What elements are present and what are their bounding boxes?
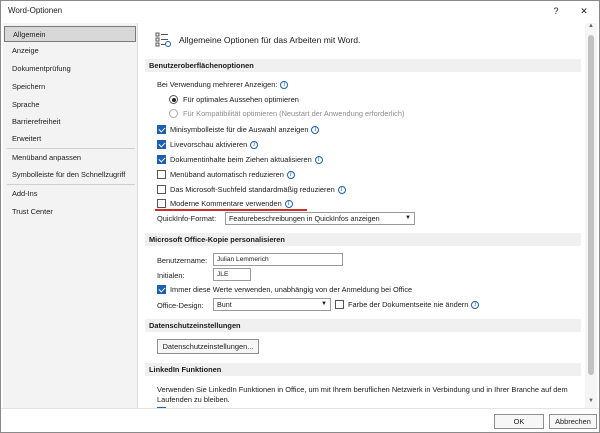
window-title: Word-Optionen xyxy=(8,6,63,15)
checkbox-collapse-ribbon-label: Menüband automatisch reduzieren i xyxy=(170,170,295,179)
checkbox-drag-update-label: Dokumentinhalte beim Ziehen aktualisiere… xyxy=(170,155,323,164)
info-icon: i xyxy=(311,126,320,134)
checkbox-livepreview-label: Livevorschau aktivieren i xyxy=(170,140,259,149)
sidebar-item-anzeige[interactable]: Anzeige xyxy=(4,43,136,59)
sidebar-item-barrierefreiheit[interactable]: Barrierefreiheit xyxy=(4,114,136,130)
info-icon: i xyxy=(337,186,346,194)
checkbox-page-color-label: Farbe der Dokumentseite nie ändern i xyxy=(348,300,480,309)
content-scrollbar[interactable]: ▲ ▼ xyxy=(585,23,597,408)
info-icon: i xyxy=(250,141,259,149)
general-options-icon xyxy=(155,32,171,47)
scroll-up-icon[interactable]: ▲ xyxy=(585,23,597,33)
scroll-thumb[interactable] xyxy=(588,35,594,375)
radio-compatibility-label: Für Kompatibilität optimieren (Neustart … xyxy=(183,109,405,118)
cancel-button[interactable]: Abbrechen xyxy=(549,414,597,429)
sidebar-item-sprache[interactable]: Sprache xyxy=(4,97,136,113)
office-design-label: Office-Design: xyxy=(157,301,204,310)
section-heading-linkedin: LinkedIn Funktionen xyxy=(145,363,581,376)
section-heading-personalize: Microsoft Office-Kopie personalisieren xyxy=(145,233,581,246)
initials-field[interactable]: JLE xyxy=(213,268,251,281)
scroll-down-icon[interactable]: ▼ xyxy=(585,398,597,408)
sidebar-item-schnellzugriff[interactable]: Symbolleiste für den Schnellzugriff xyxy=(4,167,136,183)
checkbox-page-color[interactable] xyxy=(335,300,344,309)
sidebar-item-menueband[interactable]: Menüband anpassen xyxy=(4,150,136,166)
options-content: Allgemeine Optionen für das Arbeiten mit… xyxy=(141,23,585,408)
section-heading-privacy: Datenschutzeinstellungen xyxy=(145,319,581,332)
chevron-down-icon: ▼ xyxy=(405,215,411,221)
ok-button[interactable]: OK xyxy=(494,414,544,429)
highlight-underline xyxy=(155,209,307,211)
multi-display-label: Bei Verwendung mehrerer Anzeigen: i xyxy=(157,80,289,89)
chevron-down-icon: ▼ xyxy=(321,301,327,307)
radio-optimize-appearance-label: Für optimales Aussehen optimieren xyxy=(183,95,299,104)
radio-compatibility[interactable] xyxy=(169,109,178,118)
section-heading-ui: Benutzeroberflächenoptionen xyxy=(145,59,581,72)
checkbox-always-use-values[interactable] xyxy=(157,285,166,294)
dialog-footer: OK Abbrechen xyxy=(1,408,599,432)
info-icon: i xyxy=(280,81,289,89)
quickinfo-select-value: Featurebeschreibungen in QuickInfos anze… xyxy=(229,214,380,223)
username-field[interactable]: Julian Lemmerich xyxy=(213,253,343,266)
quickinfo-label: QuickInfo-Format: xyxy=(157,214,217,223)
checkbox-livepreview[interactable] xyxy=(157,140,166,149)
username-label: Benutzername: xyxy=(157,256,208,265)
options-sidebar: Allgemein Anzeige Dokumentprüfung Speich… xyxy=(3,23,138,408)
sidebar-divider xyxy=(7,148,135,149)
info-icon: i xyxy=(314,156,323,164)
initials-label: Initialen: xyxy=(157,271,185,280)
sidebar-item-erweitert[interactable]: Erweitert xyxy=(4,131,136,147)
sidebar-item-trustcenter[interactable]: Trust Center xyxy=(4,204,136,220)
word-options-dialog: Word-Optionen ? ✕ Allgemein Anzeige Doku… xyxy=(0,0,600,433)
privacy-settings-button[interactable]: Datenschutzeinstellungen... xyxy=(157,339,259,354)
checkbox-always-use-values-label: Immer diese Werte verwenden, unabhängig … xyxy=(170,285,413,294)
office-design-select-value: Bunt xyxy=(217,300,232,309)
sidebar-item-speichern[interactable]: Speichern xyxy=(4,79,136,95)
sidebar-item-addins[interactable]: Add-Ins xyxy=(4,186,136,202)
sidebar-item-allgemein[interactable]: Allgemein xyxy=(4,26,136,42)
help-button[interactable]: ? xyxy=(547,4,565,18)
sidebar-item-dokumentpruefung[interactable]: Dokumentprüfung xyxy=(4,61,136,77)
checkbox-collapse-ribbon[interactable] xyxy=(157,170,166,179)
checkbox-search-collapse[interactable] xyxy=(157,185,166,194)
checkbox-modern-comments-label: Moderne Kommentare verwenden i xyxy=(170,199,293,208)
checkbox-modern-comments[interactable] xyxy=(157,199,166,208)
checkbox-search-collapse-label: Das Microsoft-Suchfeld standardmäßig red… xyxy=(170,185,346,194)
radio-optimize-appearance[interactable] xyxy=(169,95,178,104)
linkedin-description: Verwenden Sie LinkedIn Funktionen in Off… xyxy=(157,385,568,404)
close-button[interactable]: ✕ xyxy=(575,4,593,18)
page-title: Allgemeine Optionen für das Arbeiten mit… xyxy=(179,35,361,45)
checkbox-minitoolbar[interactable] xyxy=(157,125,166,134)
checkbox-minitoolbar-label: Minisymbolleiste für die Auswahl anzeige… xyxy=(170,125,320,134)
checkbox-drag-update[interactable] xyxy=(157,155,166,164)
quickinfo-select[interactable]: Featurebeschreibungen in QuickInfos anze… xyxy=(225,212,415,225)
info-icon: i xyxy=(471,301,480,309)
sidebar-divider xyxy=(7,184,135,185)
title-bar: Word-Optionen ? ✕ xyxy=(1,1,599,21)
office-design-select[interactable]: Bunt ▼ xyxy=(213,298,331,311)
info-icon: i xyxy=(284,200,293,208)
info-icon: i xyxy=(286,171,295,179)
